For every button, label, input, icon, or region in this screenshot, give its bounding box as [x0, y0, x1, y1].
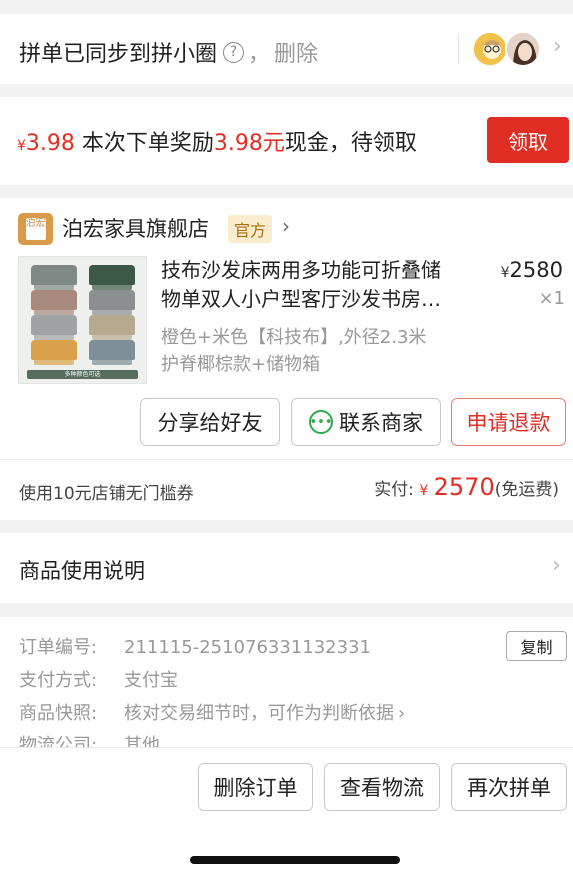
paid-label: 实付:: [374, 480, 420, 500]
logistics-company-row: 物流公司: 其他: [19, 731, 160, 747]
product-price: ¥2580: [501, 258, 563, 282]
rebuy-button[interactable]: 再次拼单: [451, 763, 567, 811]
contact-label: 联系商家: [339, 411, 423, 435]
order-card: 泊宏 泊宏家具旗舰店 官方 › 多种颜色可选 技布沙发床两用多功能可折叠储 物单…: [0, 198, 573, 520]
instructions-label: 商品使用说明: [19, 559, 145, 583]
product-instructions-row[interactable]: 商品使用说明 ›: [0, 533, 573, 603]
claim-button[interactable]: 领取: [487, 117, 569, 163]
logistics-company: 其他: [124, 735, 160, 747]
logistics-company-label: 物流公司:: [19, 735, 98, 747]
product-quantity: ×1: [538, 288, 565, 309]
paid-amount: 实付: ¥ 2570(免运费): [374, 473, 559, 501]
reward-text: ¥3.98 本次下单奖励3.98元现金，待领取: [17, 125, 417, 157]
divider: [458, 34, 459, 64]
payment-row: 支付方式: 支付宝: [19, 666, 178, 692]
sofa-swatch: [31, 340, 77, 365]
sync-delete-link[interactable]: 删除: [274, 36, 318, 68]
sofa-swatch: [89, 315, 135, 340]
reward-text-before: 本次下单奖励: [81, 131, 214, 156]
paid-value: 2570: [433, 473, 495, 501]
sofa-swatch: [89, 340, 135, 365]
snapshot-row[interactable]: 商品快照: 核对交易细节时，可作为判断依据 ›: [19, 699, 405, 725]
reward-text-after: 现金，待领取: [284, 131, 417, 156]
shop-logo-text: 泊宏: [25, 218, 46, 240]
shop-name[interactable]: 泊宏家具旗舰店: [62, 213, 209, 243]
order-number-row: 订单编号: 211115-251076331132331: [19, 633, 371, 659]
delete-order-button[interactable]: 删除订单: [198, 763, 313, 811]
sync-row: 拼单已同步到拼小圈 ? ， 删除 ›: [0, 14, 573, 84]
product-title-line: 技布沙发床两用多功能可折叠储: [161, 258, 441, 282]
product-thumbnail[interactable]: 多种颜色可选: [18, 256, 147, 384]
price-value: 2580: [509, 258, 563, 282]
view-logistics-button[interactable]: 查看物流: [324, 763, 440, 811]
snapshot-text: 核对交易细节时，可作为判断依据: [124, 703, 394, 724]
thumbnail-caption: 多种颜色可选: [27, 370, 138, 379]
divider: [0, 459, 573, 460]
official-badge: 官方: [228, 215, 273, 243]
payment-label: 支付方式:: [19, 670, 98, 691]
chevron-right-icon[interactable]: ›: [553, 34, 562, 59]
snapshot-label: 商品快照:: [19, 703, 98, 724]
order-info: 订单编号: 211115-251076331132331 复制 支付方式: 支付宝 …: [0, 617, 573, 747]
sync-title-text: 拼单已同步到拼小圈: [19, 42, 218, 67]
share-button[interactable]: 分享给好友: [140, 398, 280, 446]
avatar[interactable]: [472, 31, 508, 67]
sofa-swatch: [31, 315, 77, 340]
order-number-label: 订单编号:: [19, 637, 98, 658]
reward-currency: ¥: [17, 138, 26, 154]
chat-icon: •••: [309, 410, 333, 434]
refund-label: 申请退款: [466, 411, 551, 435]
shop-logo[interactable]: 泊宏: [18, 213, 53, 245]
home-indicator[interactable]: [190, 856, 400, 864]
order-number: 211115-251076331132331: [124, 637, 371, 658]
reward-amount: 3.98: [25, 131, 75, 156]
help-icon[interactable]: ?: [223, 41, 245, 63]
price-currency: ¥: [500, 265, 510, 281]
sofa-swatch: [89, 265, 135, 290]
reward-banner: ¥3.98 本次下单奖励3.98元现金，待领取 领取: [0, 97, 573, 185]
chevron-right-icon: ›: [552, 553, 561, 578]
contact-seller-button[interactable]: ••• 联系商家: [291, 398, 441, 446]
sofa-swatch: [89, 290, 135, 315]
spec-line: 护脊椰棕款+储物箱: [161, 354, 321, 375]
chevron-right-icon[interactable]: ›: [282, 214, 290, 238]
chevron-right-icon: ›: [398, 703, 406, 724]
reward-highlight: 3.98元: [213, 131, 285, 156]
sofa-swatch: [31, 290, 77, 315]
sofa-swatch: [31, 265, 77, 290]
payment-method: 支付宝: [124, 670, 178, 691]
sync-title: 拼单已同步到拼小圈 ? ， 删除: [19, 36, 318, 68]
refund-button[interactable]: 申请退款: [451, 398, 566, 446]
shipping-note: (免运费): [494, 480, 559, 500]
coupon-text: 使用10元店铺无门槛券: [19, 484, 194, 504]
sync-separator: ，: [248, 42, 271, 67]
bottom-action-bar: 删除订单 查看物流 再次拼单: [0, 747, 573, 875]
spec-line: 橙色+米色【科技布】,外径2.3米: [161, 327, 427, 348]
product-spec: 橙色+米色【科技布】,外径2.3米 护脊椰棕款+储物箱: [161, 324, 481, 378]
product-title[interactable]: 技布沙发床两用多功能可折叠储 物单双人小户型客厅沙发书房…: [161, 256, 487, 314]
share-label: 分享给好友: [157, 411, 263, 435]
avatar[interactable]: [505, 31, 541, 67]
copy-button[interactable]: 复制: [506, 631, 567, 661]
product-title-line: 物单双人小户型客厅沙发书房…: [161, 287, 441, 311]
paid-currency: ¥: [419, 483, 429, 499]
